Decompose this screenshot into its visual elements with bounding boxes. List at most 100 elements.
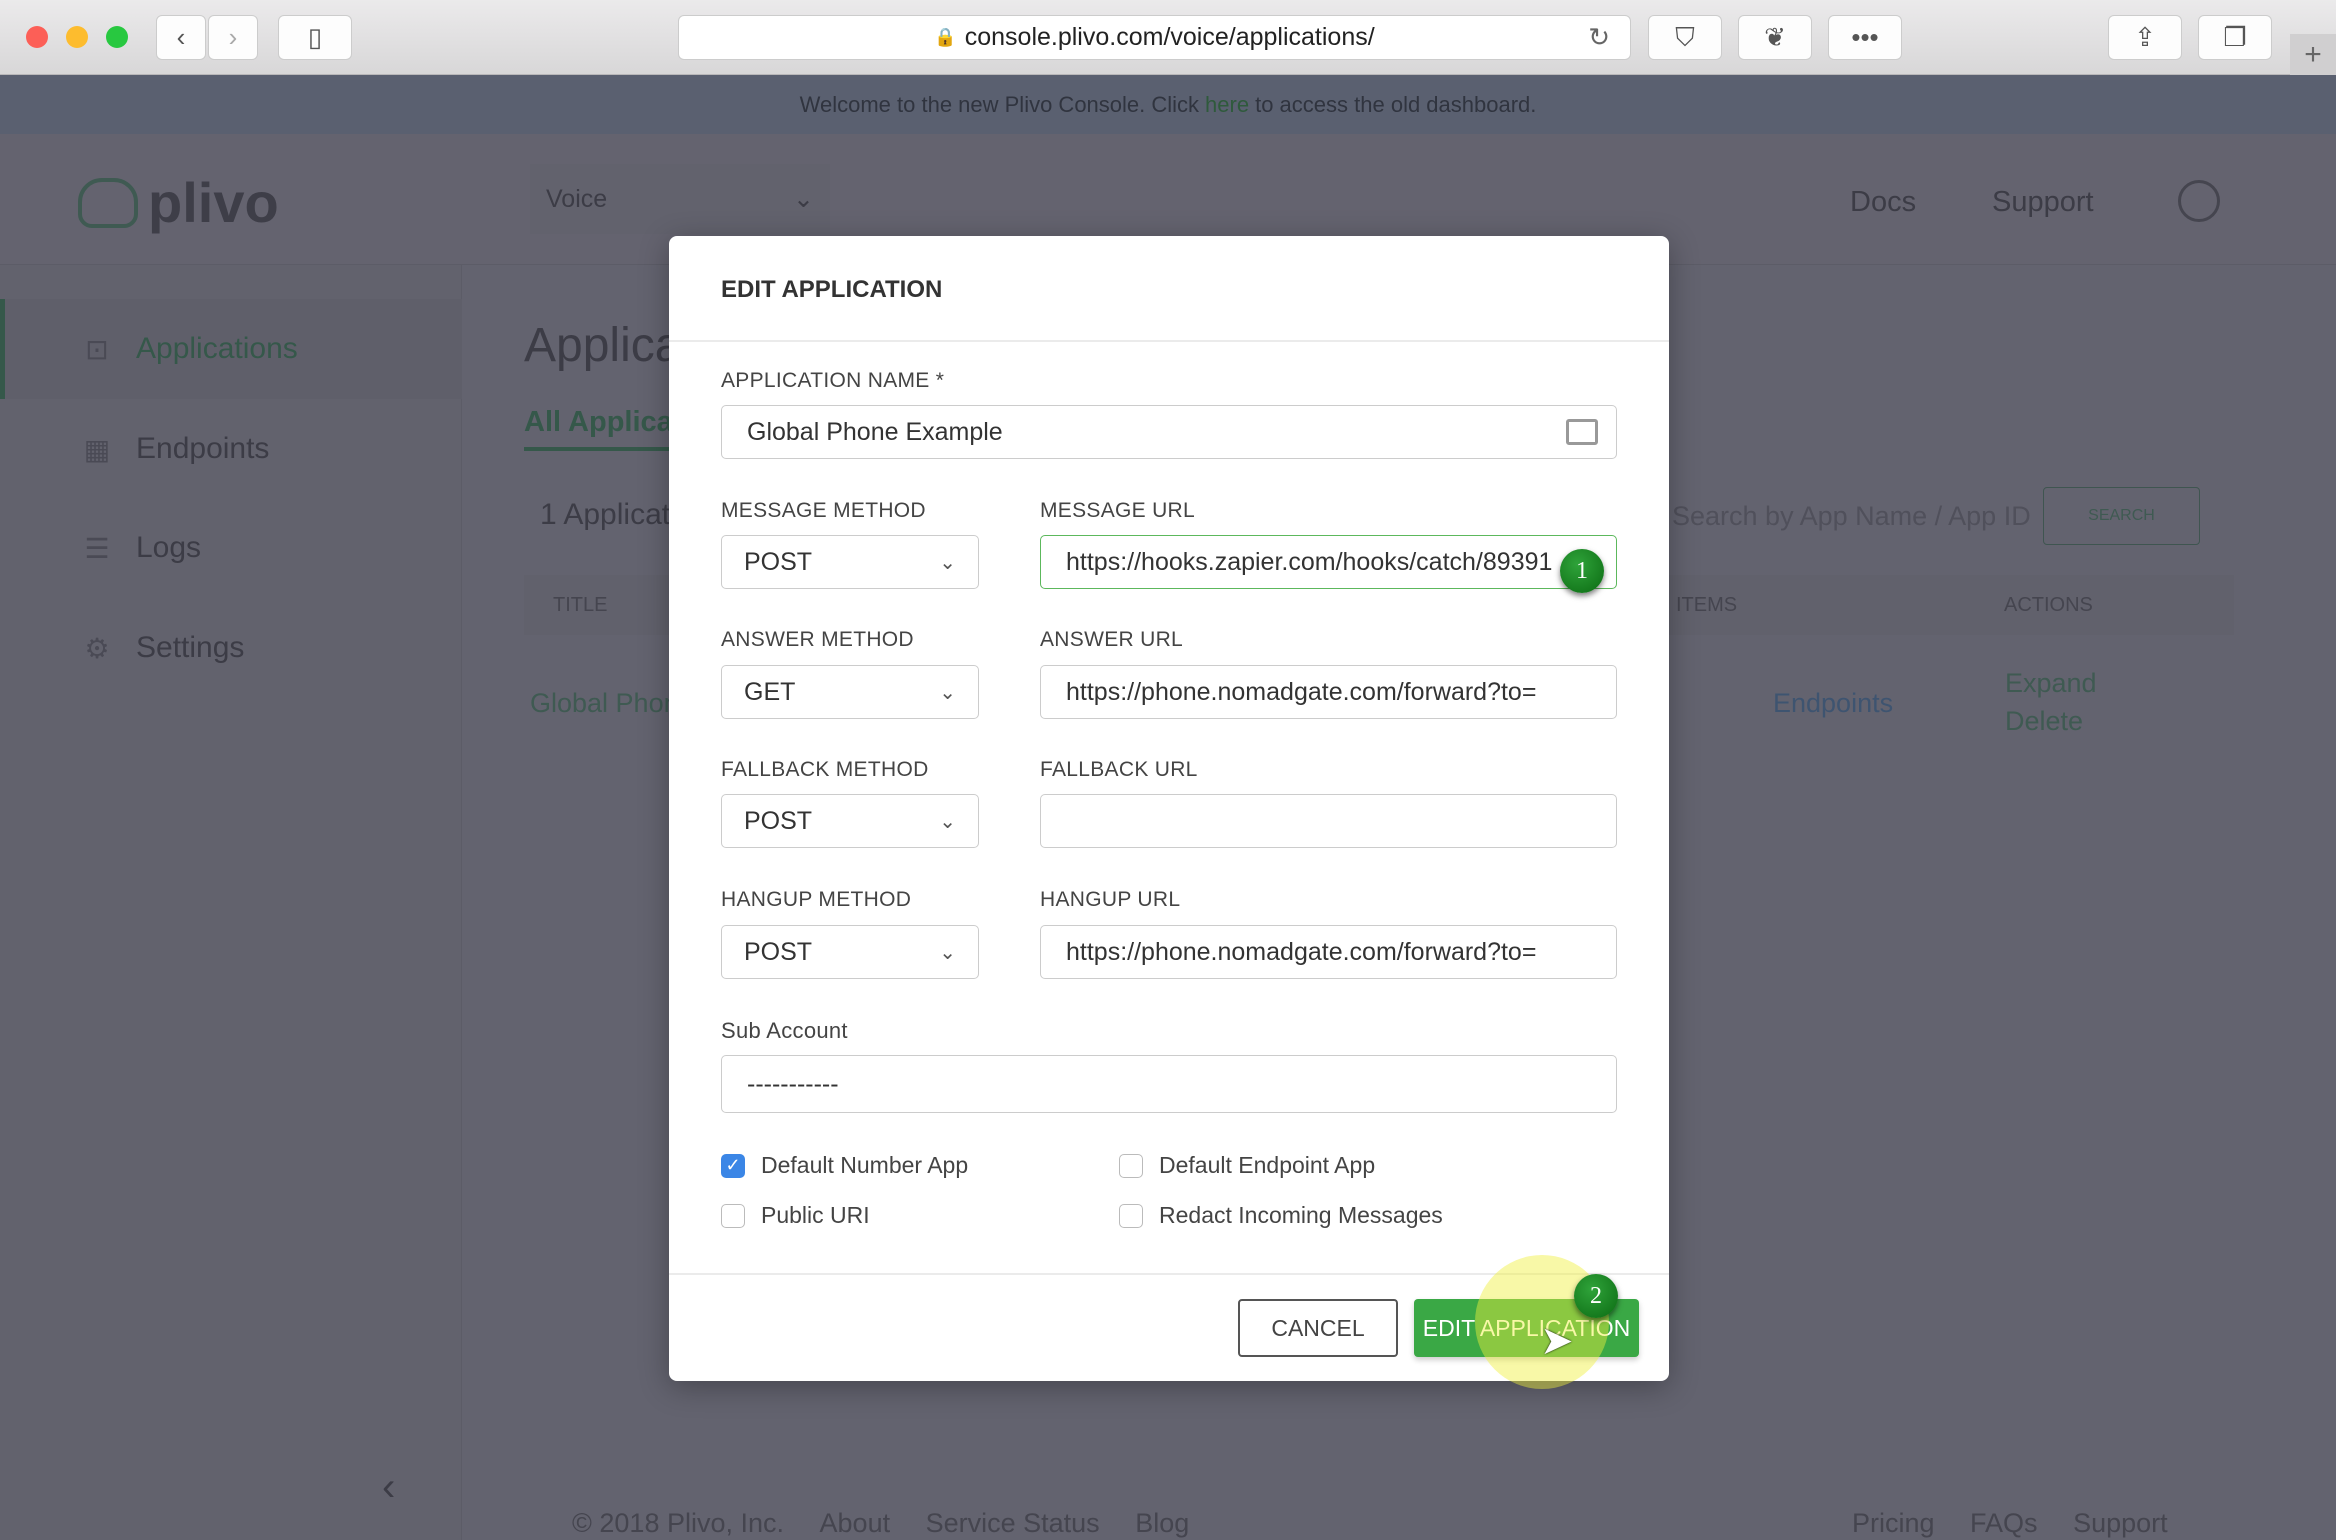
sidebar-icon: ▯: [307, 22, 323, 52]
new-tab-button[interactable]: +: [2290, 34, 2336, 75]
grid-icon: ▦: [83, 433, 111, 465]
footer-faqs-link[interactable]: FAQs: [1970, 1508, 2038, 1538]
row-endpoints-link[interactable]: Endpoints: [1773, 688, 1893, 719]
more-icon: •••: [1851, 22, 1879, 52]
column-title: TITLE: [553, 594, 608, 616]
reload-icon[interactable]: ↻: [1588, 22, 1610, 53]
welcome-banner: Welcome to the new Plivo Console. Click …: [0, 75, 2336, 134]
default-endpoint-app-checkbox[interactable]: Default Endpoint App: [1119, 1152, 1375, 1179]
chevron-down-icon: ⌄: [939, 551, 956, 574]
chevron-down-icon: ⌄: [939, 941, 956, 964]
hangup-url-label: HANGUP URL: [1040, 888, 1181, 911]
footer-blog-link[interactable]: Blog: [1135, 1508, 1189, 1538]
pocket-icon: ⛉: [1675, 21, 1695, 52]
mouse-cursor-icon: ➤: [1540, 1319, 1574, 1363]
list-icon: ☰: [84, 532, 110, 564]
chevron-right-icon: ›: [228, 22, 238, 52]
footer-right: Pricing FAQs Support: [1852, 1508, 2168, 1539]
step-badge-2: 2: [1574, 1274, 1618, 1318]
gear-icon: ⚙: [84, 632, 110, 664]
close-window-button[interactable]: [26, 26, 48, 48]
footer-pricing-link[interactable]: Pricing: [1852, 1508, 1935, 1538]
fallback-method-label: FALLBACK METHOD: [721, 758, 929, 781]
minimize-window-button[interactable]: [66, 26, 88, 48]
evernote-icon: ❦: [1764, 22, 1786, 52]
delete-link[interactable]: Delete: [2005, 706, 2083, 737]
url-text: console.plivo.com/voice/applications/: [964, 23, 1375, 51]
cloud-logo-icon: [78, 177, 138, 228]
support-link[interactable]: Support: [1992, 186, 2094, 219]
cancel-button[interactable]: CANCEL: [1238, 1299, 1398, 1357]
step-badge-1: 1: [1560, 549, 1604, 593]
forward-button[interactable]: ›: [208, 15, 258, 60]
message-method-select[interactable]: POST ⌄: [721, 535, 979, 589]
chevron-down-icon: ⌄: [939, 810, 956, 833]
more-extensions-button[interactable]: •••: [1828, 15, 1902, 60]
sub-account-select[interactable]: -----------: [721, 1055, 1617, 1113]
footer-about-link[interactable]: About: [820, 1508, 891, 1538]
share-icon: ⇪: [2134, 22, 2156, 52]
answer-url-label: ANSWER URL: [1040, 628, 1184, 651]
header-divider: [669, 340, 1669, 342]
sidebar-item-logs[interactable]: ☰ Logs: [0, 498, 462, 598]
back-button[interactable]: ‹: [156, 15, 206, 60]
evernote-button[interactable]: ❦: [1738, 15, 1812, 60]
default-number-app-checkbox[interactable]: ✓ Default Number App: [721, 1152, 968, 1179]
message-url-input[interactable]: https://hooks.zapier.com/hooks/catch/893…: [1040, 535, 1617, 589]
expand-link[interactable]: Expand: [2005, 668, 2097, 699]
sidebar-item-settings[interactable]: ⚙ Settings: [0, 598, 462, 698]
message-url-label: MESSAGE URL: [1040, 499, 1196, 522]
sidebar-item-endpoints[interactable]: ▦ Endpoints: [0, 399, 462, 499]
modal-title: EDIT APPLICATION: [721, 276, 943, 303]
plus-icon: +: [2304, 37, 2322, 71]
hangup-method-label: HANGUP METHOD: [721, 888, 912, 911]
tabs-icon: ❐: [2223, 22, 2247, 52]
footer-left: © 2018 Plivo, Inc. About Service Status …: [572, 1508, 1190, 1538]
tabs-button[interactable]: ❐: [2198, 15, 2272, 60]
terminal-icon: ⊡: [85, 333, 109, 365]
chevron-left-icon: ‹: [176, 22, 186, 52]
footer-status-link[interactable]: Service Status: [926, 1508, 1100, 1538]
fallback-url-input[interactable]: [1040, 794, 1617, 848]
zoom-window-button[interactable]: [106, 26, 128, 48]
hangup-method-select[interactable]: POST ⌄: [721, 925, 979, 979]
chevron-down-icon: ⌄: [793, 185, 814, 213]
sub-account-label: Sub Account: [721, 1018, 848, 1043]
message-method-label: MESSAGE METHOD: [721, 499, 926, 522]
app-name-label: APPLICATION NAME *: [721, 369, 945, 392]
docs-link[interactable]: Docs: [1850, 186, 1916, 219]
lock-icon: 🔒: [934, 27, 957, 47]
answer-method-select[interactable]: GET ⌄: [721, 665, 979, 719]
footer-support-link[interactable]: Support: [2073, 1508, 2168, 1538]
search-button[interactable]: SEARCH: [2043, 487, 2200, 545]
app-name-input[interactable]: Global Phone Example: [721, 405, 1617, 459]
fallback-method-select[interactable]: POST ⌄: [721, 794, 979, 848]
share-button[interactable]: ⇪: [2108, 15, 2182, 60]
pocket-button[interactable]: ⛉: [1648, 15, 1722, 60]
address-bar[interactable]: 🔒 console.plivo.com/voice/applications/ …: [678, 15, 1631, 60]
user-avatar-icon[interactable]: [2178, 180, 2220, 222]
collapse-sidebar-icon[interactable]: ‹: [382, 1465, 395, 1510]
column-actions: ACTIONS: [2004, 594, 2093, 616]
fallback-url-label: FALLBACK URL: [1040, 758, 1198, 781]
footer-divider: [669, 1273, 1669, 1275]
banner-text: Welcome to the new Plivo Console. Click: [799, 91, 1200, 117]
chevron-down-icon: ⌄: [939, 681, 956, 704]
old-dashboard-link[interactable]: here: [1205, 92, 1249, 118]
contact-card-icon[interactable]: [1566, 419, 1598, 445]
hangup-url-input[interactable]: https://phone.nomadgate.com/forward?to=: [1040, 925, 1617, 979]
answer-url-input[interactable]: https://phone.nomadgate.com/forward?to=: [1040, 665, 1617, 719]
product-dropdown[interactable]: Voice ⌄: [530, 164, 830, 234]
sidebar-item-applications[interactable]: ⊡ Applications: [0, 299, 462, 399]
checkmark-icon: ✓: [721, 1153, 745, 1178]
sidebar-toggle-button[interactable]: ▯: [278, 15, 352, 60]
answer-method-label: ANSWER METHOD: [721, 628, 914, 651]
redact-incoming-messages-checkbox[interactable]: Redact Incoming Messages: [1119, 1202, 1443, 1229]
sidebar: ⊡ Applications ▦ Endpoints ☰ Logs ⚙ Settings…: [0, 265, 462, 1540]
column-items: ITEMS: [1676, 594, 1738, 616]
banner-text-end: to access the old dashboard.: [1255, 91, 1537, 117]
edit-application-modal: EDIT APPLICATION APPLICATION NAME * Glob…: [669, 236, 1669, 1381]
plivo-logo[interactable]: plivo: [78, 170, 279, 235]
search-input[interactable]: Search by App Name / App ID: [1672, 487, 2042, 545]
public-uri-checkbox[interactable]: Public URI: [721, 1202, 870, 1229]
